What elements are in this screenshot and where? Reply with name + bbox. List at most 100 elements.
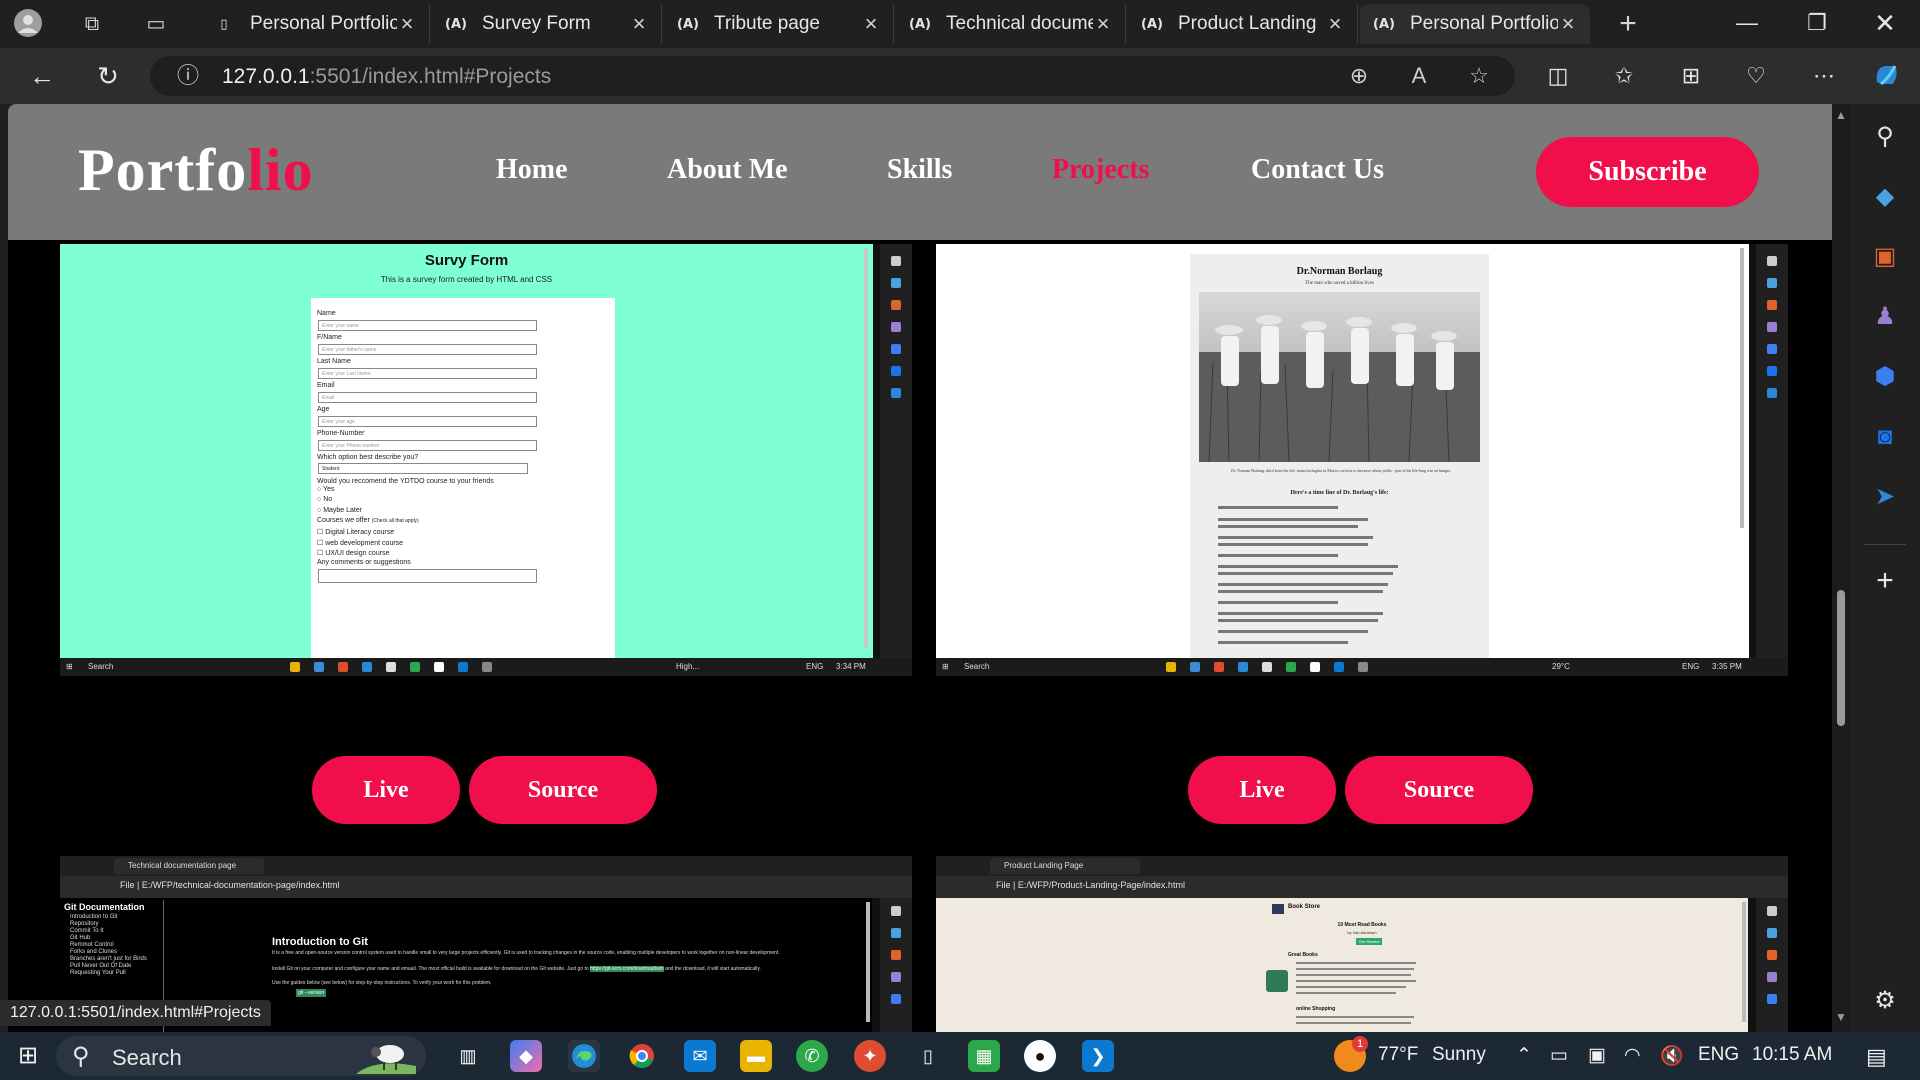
tab-label: Personal Portfolio — [250, 13, 397, 34]
landing-hero-sub: by Vah Abraham — [1347, 930, 1377, 935]
techdoc-nav-item: Forks and Clones — [70, 949, 118, 955]
task-view-icon[interactable]: ▥ — [452, 1040, 484, 1072]
file-explorer-icon[interactable]: ▬ — [740, 1040, 772, 1072]
copilot-taskbar-icon[interactable]: ◆ — [510, 1040, 542, 1072]
tab-product-landing[interactable]: (A) Product Landing × — [1128, 4, 1358, 44]
tools-briefcase-icon[interactable]: ▣ — [1868, 240, 1902, 274]
mini-url: File | E:/WFP/Product-Landing-Page/index… — [996, 880, 1185, 890]
workspaces-icon[interactable]: ⧉ — [76, 8, 108, 40]
page-scrollbar[interactable]: ▲ ▼ — [1832, 104, 1850, 1032]
tab-survey-form[interactable]: (A) Survey Form × — [432, 4, 662, 44]
techdoc-nav-list: Introduction to Git Repository Commit To… — [62, 914, 163, 977]
close-icon[interactable]: × — [1093, 11, 1113, 37]
tab-personal-portfolio-active[interactable]: (A) Personal Portfolio × — [1360, 4, 1590, 44]
survey-label: Email — [317, 382, 335, 389]
refresh-icon[interactable]: ↻ — [92, 60, 124, 92]
profile-avatar-icon[interactable] — [12, 8, 44, 40]
address-bar[interactable]: ⓘ 127.0.0.1:5501/index.html#Projects ⊕ A… — [150, 56, 1515, 96]
subscribe-button[interactable]: Subscribe — [1536, 137, 1759, 207]
survey-course-2: ☐ web development course — [317, 540, 404, 547]
tribute-live-button[interactable]: Live — [1188, 756, 1336, 824]
volume-mute-icon[interactable]: 🔇 — [1660, 1044, 1684, 1068]
portfolio-logo[interactable]: Portfolio — [78, 136, 314, 205]
window-close-icon[interactable]: ✕ — [1850, 0, 1920, 48]
copilot-icon[interactable] — [1870, 60, 1902, 92]
photo-app-icon[interactable]: ✦ — [854, 1040, 886, 1072]
techdoc-code: git --version — [296, 989, 327, 997]
scroll-up-arrow-icon[interactable]: ▲ — [1834, 108, 1848, 122]
status-url-tooltip: 127.0.0.1:5501/index.html#Projects — [0, 1000, 271, 1026]
tab-technical-documentation[interactable]: (A) Technical documentation × — [896, 4, 1126, 44]
whatsapp-icon[interactable]: ✆ — [796, 1040, 828, 1072]
radio-label: Maybe Later — [323, 507, 363, 514]
close-icon[interactable]: × — [629, 11, 649, 37]
close-icon[interactable]: × — [1325, 11, 1345, 37]
survey-source-button[interactable]: Source — [469, 756, 657, 824]
games-icon[interactable]: ♟ — [1868, 300, 1902, 334]
close-icon[interactable]: × — [861, 11, 881, 37]
windows-start-icon[interactable]: ⊞ — [12, 1040, 44, 1072]
language-indicator[interactable]: ENG — [1698, 1044, 1739, 1066]
read-aloud-icon[interactable]: A — [1405, 62, 1433, 90]
browser-essentials-icon[interactable]: ♡ — [1740, 60, 1772, 92]
more-menu-icon[interactable]: ⋯ — [1808, 60, 1840, 92]
vertical-tabs-icon[interactable]: ▭ — [140, 8, 172, 40]
minimize-icon[interactable]: — — [1712, 0, 1782, 48]
close-icon[interactable]: × — [397, 11, 417, 37]
split-screen-icon[interactable]: ◫ — [1542, 60, 1574, 92]
notepad-icon[interactable]: ▯ — [912, 1040, 944, 1072]
chrome-icon[interactable] — [626, 1040, 658, 1072]
tray-chevron-icon[interactable]: ⌃ — [1516, 1044, 1532, 1067]
timeline-line — [1218, 565, 1398, 568]
scroll-thumb[interactable] — [1837, 590, 1845, 726]
mail-icon[interactable]: ✉ — [684, 1040, 716, 1072]
device-icon[interactable]: ▣ — [1588, 1044, 1606, 1067]
zoom-icon[interactable]: ⊕ — [1345, 62, 1373, 90]
tab-tribute-page[interactable]: (A) Tribute page × — [664, 4, 894, 44]
copilot-side-icon[interactable]: ⬢ — [1868, 360, 1902, 394]
close-icon[interactable]: × — [1558, 11, 1578, 37]
survey-live-button[interactable]: Live — [312, 756, 460, 824]
site-info-icon[interactable]: ⓘ — [174, 62, 202, 90]
nav-skills[interactable]: Skills — [887, 154, 952, 186]
page-viewport: Survy Form This is a survey form created… — [8, 104, 1832, 1032]
collections-icon[interactable]: ⊞ — [1675, 60, 1707, 92]
favorites-icon[interactable]: ✩ — [1608, 60, 1640, 92]
restore-icon[interactable]: ❐ — [1782, 0, 1852, 48]
weather-desc[interactable]: Sunny — [1432, 1044, 1486, 1066]
techdoc-nav-item: Commit To It — [70, 928, 104, 934]
add-icon[interactable]: + — [1868, 564, 1902, 598]
nav-contact-us[interactable]: Contact Us — [1251, 154, 1384, 186]
tribute-source-button[interactable]: Source — [1345, 756, 1533, 824]
tab-personal-portfolio-1[interactable]: ▯ Personal Portfolio × — [200, 4, 430, 44]
landing-hero-title: 10 Must Read Books — [1337, 922, 1387, 928]
back-arrow-icon[interactable]: ← — [26, 60, 58, 92]
freecodecamp-icon: (A) — [909, 16, 931, 32]
techdoc-nav-item: Repository — [70, 921, 99, 927]
nav-projects[interactable]: Projects — [1052, 154, 1149, 186]
wifi-icon[interactable]: ◠ — [1624, 1044, 1641, 1067]
url-text[interactable]: 127.0.0.1:5501/index.html#Projects — [222, 65, 551, 89]
settings-gear-icon[interactable]: ⚙ — [1868, 984, 1902, 1018]
store-app-icon[interactable]: ▦ — [968, 1040, 1000, 1072]
survey-course-1: ☐ Digital Literacy course — [317, 529, 395, 536]
nav-home[interactable]: Home — [496, 154, 568, 186]
weather-temp[interactable]: 77°F — [1378, 1044, 1418, 1066]
favorite-star-icon[interactable]: ☆ — [1465, 62, 1493, 90]
clock-time[interactable]: 10:15 AM — [1752, 1044, 1832, 1066]
scroll-down-arrow-icon[interactable]: ▼ — [1834, 1010, 1848, 1024]
vscode-icon[interactable]: ❯ — [1082, 1040, 1114, 1072]
taskbar-search-box[interactable]: ⚲ Search — [56, 1036, 426, 1076]
outlook-icon[interactable]: ◙ — [1868, 420, 1902, 454]
search-icon[interactable]: ⚲ — [1868, 120, 1902, 154]
shopping-tag-icon[interactable]: ◆ — [1868, 180, 1902, 214]
mini-lang: ENG — [1682, 662, 1700, 671]
nav-about-me[interactable]: About Me — [667, 154, 788, 186]
github-icon[interactable]: ● — [1024, 1040, 1056, 1072]
send-icon[interactable]: ➤ — [1868, 480, 1902, 514]
notifications-icon[interactable]: ▤ — [1866, 1044, 1887, 1070]
timeline-line — [1218, 506, 1338, 509]
new-tab-icon[interactable]: + — [1612, 8, 1644, 40]
edge-taskbar-icon[interactable] — [568, 1040, 600, 1072]
battery-icon[interactable]: ▭ — [1550, 1044, 1568, 1067]
